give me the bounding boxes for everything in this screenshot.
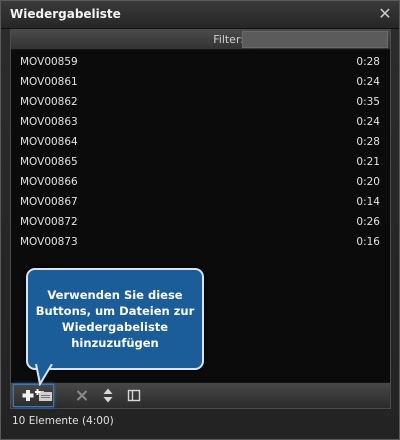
item-duration: 0:20 bbox=[356, 176, 380, 188]
list-item[interactable]: MOV00861 0:24 bbox=[11, 72, 390, 92]
item-name: MOV00867 bbox=[20, 196, 78, 208]
list-item[interactable]: MOV00859 0:28 bbox=[11, 52, 390, 72]
filter-label: Filter: bbox=[213, 33, 244, 46]
title-bar[interactable]: Wiedergabeliste ✕ bbox=[1, 1, 399, 29]
item-duration: 0:28 bbox=[356, 56, 380, 68]
filter-input[interactable] bbox=[242, 31, 388, 48]
item-duration: 0:24 bbox=[356, 116, 380, 128]
item-duration: 0:35 bbox=[356, 96, 380, 108]
item-duration: 0:14 bbox=[356, 196, 380, 208]
item-name: MOV00866 bbox=[20, 176, 78, 188]
list-item[interactable]: MOV00864 0:28 bbox=[11, 132, 390, 152]
item-name: MOV00865 bbox=[20, 156, 78, 168]
item-name: MOV00873 bbox=[20, 236, 78, 248]
tooltip-tail bbox=[35, 364, 53, 386]
list-item[interactable]: MOV00866 0:20 bbox=[11, 172, 390, 192]
item-name: MOV00859 bbox=[20, 56, 78, 68]
item-duration: 0:26 bbox=[356, 216, 380, 228]
list-item[interactable]: MOV00872 0:26 bbox=[11, 212, 390, 232]
list-item[interactable]: MOV00873 0:16 bbox=[11, 232, 390, 252]
list-item[interactable]: MOV00862 0:35 bbox=[11, 92, 390, 112]
item-name: MOV00872 bbox=[20, 216, 78, 228]
item-duration: 0:28 bbox=[356, 136, 380, 148]
view-panel-icon[interactable] bbox=[125, 387, 143, 404]
list-item[interactable]: MOV00867 0:14 bbox=[11, 192, 390, 212]
playlist-window: Wiedergabeliste ✕ Filter: MOV00859 0:28 … bbox=[0, 0, 400, 440]
window-title: Wiedergabeliste bbox=[10, 7, 121, 21]
list-item[interactable]: MOV00865 0:21 bbox=[11, 152, 390, 172]
item-duration: 0:21 bbox=[356, 156, 380, 168]
status-text: 10 Elemente (4:00) bbox=[12, 415, 114, 427]
item-name: MOV00862 bbox=[20, 96, 78, 108]
item-duration: 0:16 bbox=[356, 236, 380, 248]
item-name: MOV00863 bbox=[20, 116, 78, 128]
sort-icon[interactable] bbox=[99, 387, 117, 404]
tooltip-text: Verwenden Sie diese Buttons, um Dateien … bbox=[35, 288, 195, 350]
filter-bar: Filter: bbox=[11, 30, 390, 50]
add-folder-icon[interactable] bbox=[34, 387, 55, 404]
item-name: MOV00864 bbox=[20, 136, 78, 148]
playlist-list[interactable]: MOV00859 0:28 MOV00861 0:24 MOV00862 0:3… bbox=[11, 52, 390, 252]
help-tooltip: Verwenden Sie diese Buttons, um Dateien … bbox=[26, 268, 204, 386]
remove-icon[interactable] bbox=[73, 387, 91, 404]
item-duration: 0:24 bbox=[356, 76, 380, 88]
close-icon[interactable]: ✕ bbox=[377, 6, 393, 22]
item-name: MOV00861 bbox=[20, 76, 78, 88]
playlist-toolbar bbox=[11, 382, 390, 408]
list-item[interactable]: MOV00863 0:24 bbox=[11, 112, 390, 132]
